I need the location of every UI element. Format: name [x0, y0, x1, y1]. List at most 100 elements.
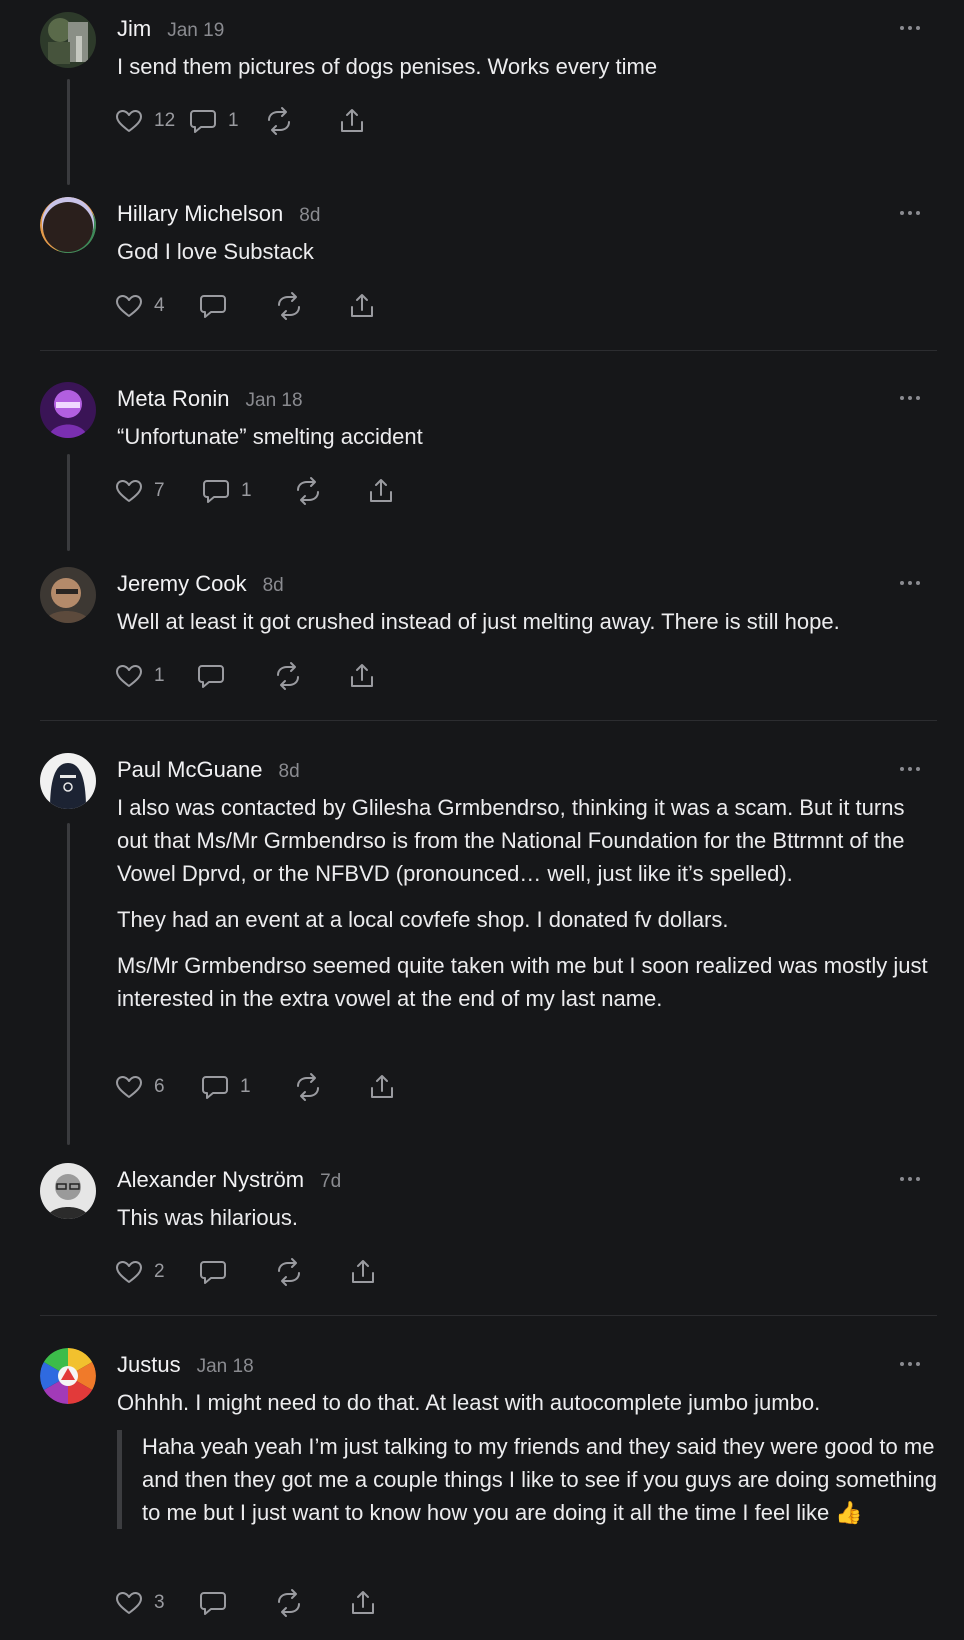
restack-button[interactable] — [274, 1257, 348, 1287]
comment-actions: 4 — [114, 289, 377, 323]
reply-button[interactable] — [196, 661, 273, 691]
comment-date[interactable]: Jan 19 — [167, 20, 224, 42]
reply-button[interactable]: 1 — [188, 106, 264, 136]
share-icon — [352, 1591, 374, 1614]
like-count: 6 — [154, 1076, 165, 1097]
speech-bubble-icon — [202, 1076, 228, 1099]
comment-paragraph: God I love Substack — [117, 239, 314, 264]
restack-button[interactable] — [293, 1072, 367, 1102]
comment-date[interactable]: 8d — [263, 575, 284, 597]
ellipsis-icon[interactable] — [900, 26, 922, 32]
heart-icon — [116, 295, 142, 317]
author-name[interactable]: Justus — [117, 1352, 181, 1378]
avatar[interactable] — [40, 382, 96, 438]
restack-button[interactable] — [293, 476, 366, 506]
reply-count: 1 — [240, 1076, 251, 1097]
comment-body: Well at least it got crushed instead of … — [117, 605, 937, 651]
comment-date[interactable]: 8d — [299, 205, 320, 227]
like-count: 2 — [154, 1261, 165, 1282]
like-button[interactable]: 6 — [114, 1072, 200, 1102]
like-button[interactable]: 2 — [114, 1257, 198, 1287]
comment-actions: 12 1 — [114, 104, 367, 138]
restack-button[interactable] — [274, 1588, 348, 1618]
restack-icon — [297, 1073, 319, 1101]
share-icon — [370, 479, 392, 502]
thread-line — [67, 823, 70, 1145]
ellipsis-icon[interactable] — [900, 1362, 922, 1368]
heart-icon — [116, 480, 142, 502]
comment-date[interactable]: 7d — [320, 1171, 341, 1193]
comment-actions: 2 — [114, 1255, 378, 1289]
reply-button[interactable]: 1 — [200, 1072, 293, 1102]
comment-date[interactable]: 8d — [279, 761, 300, 783]
divider — [40, 350, 937, 351]
like-button[interactable]: 4 — [114, 291, 198, 321]
share-icon — [352, 1260, 374, 1283]
ellipsis-icon[interactable] — [900, 1177, 922, 1183]
avatar[interactable] — [40, 12, 96, 68]
like-count: 12 — [154, 110, 176, 131]
ellipsis-icon[interactable] — [900, 396, 922, 402]
thread-line — [67, 454, 70, 551]
reply-button[interactable] — [198, 1257, 274, 1287]
comment-body: God I love Substack — [117, 235, 937, 281]
avatar[interactable] — [40, 1348, 96, 1404]
speech-bubble-icon — [190, 110, 216, 133]
author-name[interactable]: Meta Ronin — [117, 386, 230, 412]
divider — [40, 720, 937, 721]
divider — [40, 1315, 937, 1316]
comment-paragraph: They had an event at a local covfefe sho… — [117, 907, 729, 932]
reply-button[interactable] — [198, 291, 274, 321]
like-button[interactable]: 7 — [114, 476, 201, 506]
restack-icon — [278, 1589, 300, 1617]
share-button[interactable] — [347, 661, 377, 691]
blockquote: Haha yeah yeah I’m just talking to my fr… — [117, 1430, 937, 1529]
restack-icon — [278, 1258, 300, 1286]
avatar[interactable] — [40, 753, 96, 809]
heart-icon — [116, 1592, 142, 1614]
speech-bubble-icon — [200, 295, 226, 318]
restack-button[interactable] — [264, 106, 337, 136]
heart-icon — [116, 1076, 142, 1098]
author-name[interactable]: Hillary Michelson — [117, 201, 283, 227]
share-button[interactable] — [348, 1257, 378, 1287]
reply-button[interactable] — [198, 1588, 274, 1618]
comment-paragraph: Well at least it got crushed instead of … — [117, 609, 840, 634]
heart-icon — [116, 665, 142, 687]
author-name[interactable]: Alexander Nyström — [117, 1167, 304, 1193]
share-button[interactable] — [366, 476, 396, 506]
ellipsis-icon[interactable] — [900, 767, 922, 773]
share-button[interactable] — [337, 106, 367, 136]
like-count: 4 — [154, 295, 165, 316]
share-button[interactable] — [347, 291, 377, 321]
restack-button[interactable] — [274, 291, 347, 321]
author-name[interactable]: Paul McGuane — [117, 757, 263, 783]
avatar[interactable] — [40, 567, 96, 623]
like-button[interactable]: 12 — [114, 106, 188, 136]
avatar[interactable] — [40, 1163, 96, 1219]
like-count: 3 — [154, 1592, 165, 1613]
share-icon — [351, 664, 373, 687]
author-name[interactable]: Jim — [117, 16, 151, 42]
ellipsis-icon[interactable] — [900, 581, 922, 587]
restack-icon — [297, 477, 319, 505]
heart-icon — [116, 1261, 142, 1283]
reply-button[interactable]: 1 — [201, 476, 293, 506]
like-button[interactable]: 3 — [114, 1588, 198, 1618]
comment-date[interactable]: Jan 18 — [197, 1356, 254, 1378]
share-button[interactable] — [348, 1588, 378, 1618]
restack-button[interactable] — [273, 661, 347, 691]
like-button[interactable]: 1 — [114, 661, 196, 691]
speech-bubble-icon — [198, 665, 224, 688]
comment-paragraph: Ohhhh. I might need to do that. At least… — [117, 1390, 821, 1415]
share-button[interactable] — [367, 1072, 397, 1102]
comment-body: I also was contacted by Glilesha Grmbend… — [117, 791, 937, 1028]
author-name[interactable]: Jeremy Cook — [117, 571, 247, 597]
speech-bubble-icon — [200, 1592, 226, 1615]
ellipsis-icon[interactable] — [900, 211, 922, 217]
comment-date[interactable]: Jan 18 — [246, 390, 303, 412]
avatar[interactable] — [40, 197, 96, 253]
share-icon — [371, 1075, 393, 1098]
speech-bubble-icon — [200, 1261, 226, 1284]
share-icon — [341, 109, 363, 132]
